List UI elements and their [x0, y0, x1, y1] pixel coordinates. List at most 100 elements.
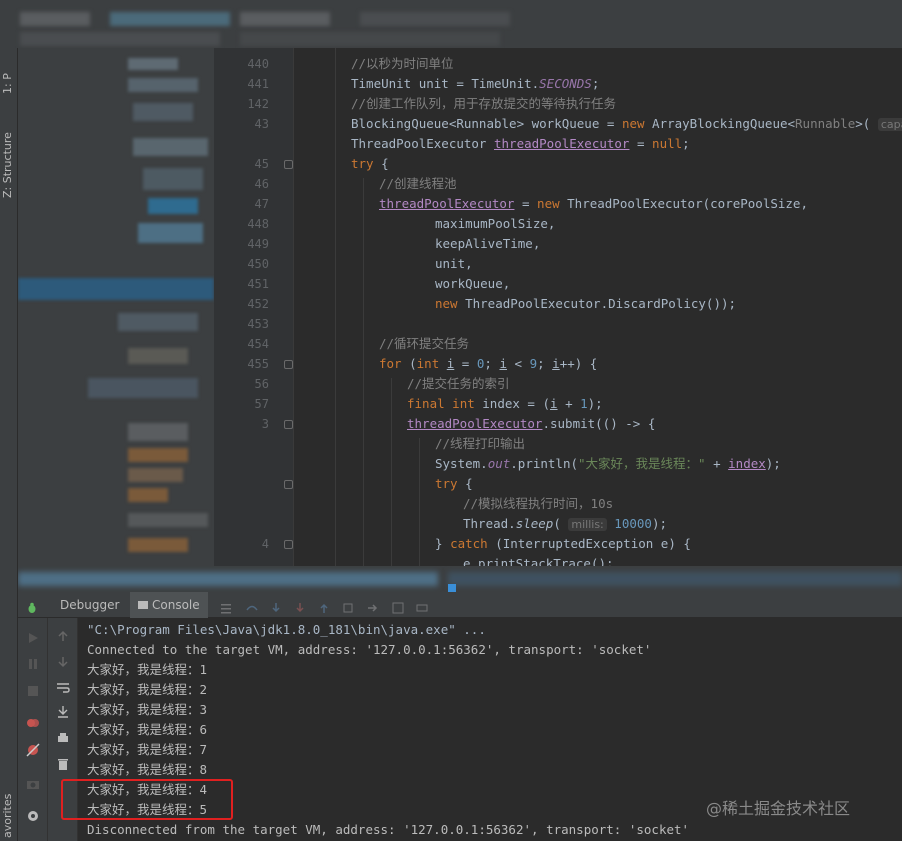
code-token: //提交任务的索引 [407, 376, 510, 391]
code-token: BlockingQueue<Runnable> workQueue = [351, 116, 622, 131]
editor-tab-bar [0, 0, 902, 48]
view-breakpoints-icon[interactable] [26, 715, 40, 729]
step-out-icon[interactable] [318, 599, 330, 613]
code-line: final int index = (i + 1); [407, 394, 603, 414]
project-tree-panel [18, 48, 214, 568]
code-line: //提交任务的索引 [407, 374, 510, 394]
rerun-icon[interactable] [26, 630, 40, 644]
code-token: = [629, 136, 653, 151]
run-to-cursor-icon[interactable] [366, 599, 378, 612]
code-token: //循环提交任务 [379, 336, 470, 351]
code-token: final [407, 396, 445, 411]
tab-console[interactable]: Console [130, 592, 208, 618]
scroll-to-end-icon[interactable] [56, 704, 70, 718]
drop-frame-icon[interactable] [342, 599, 354, 613]
code-editor[interactable]: //以秒为时间单位 TimeUnit unit = TimeUnit.SECOND… [295, 48, 902, 568]
evaluate-icon[interactable] [392, 599, 404, 614]
code-line: System.out.println("大家好，我是线程：" + index); [435, 454, 781, 474]
code-line: //创建工作队列，用于存放提交的等待执行任务 [351, 94, 616, 114]
code-token: (InterruptedException e) { [487, 536, 691, 551]
code-token: i [552, 356, 560, 371]
code-token: "大家好，我是线程：" [578, 456, 706, 471]
force-step-into-icon[interactable] [294, 599, 306, 613]
step-into-icon[interactable] [270, 599, 282, 613]
code-token: threadPoolExecutor [407, 416, 543, 431]
code-line: keepAliveTime, [435, 234, 540, 254]
code-token: } [435, 536, 451, 551]
code-line: try { [351, 154, 389, 174]
code-token: { [373, 156, 389, 171]
code-token: >( [855, 116, 878, 131]
line-number: 46 [254, 177, 269, 191]
code-line: ThreadPoolExecutor threadPoolExecutor = … [351, 134, 690, 154]
line-number [214, 454, 269, 474]
code-token: //线程打印输出 [435, 436, 526, 451]
line-number: 454 [247, 337, 269, 351]
code-token: .println( [510, 456, 578, 471]
code-token: = [514, 196, 538, 211]
code-token: for [379, 356, 402, 371]
code-token: < [506, 356, 530, 371]
code-token: int [416, 356, 440, 371]
code-line: //创建线程池 [379, 174, 457, 194]
fold-marker-icon[interactable] [284, 480, 293, 489]
fold-marker-icon[interactable] [284, 420, 293, 429]
console-output-line: 大家好，我是线程：1 [87, 662, 208, 677]
code-token: capacity: 2 [877, 118, 902, 131]
menu-icon[interactable] [220, 599, 232, 614]
code-line: TimeUnit unit = TimeUnit.SECONDS; [351, 74, 599, 94]
step-over-icon[interactable] [246, 599, 258, 611]
code-line: Thread.sleep( millis: 10000); [463, 514, 667, 534]
code-token: ThreadPoolExecutor(corePoolSize, [559, 196, 808, 211]
line-number: 453 [247, 317, 269, 331]
line-number [214, 134, 269, 154]
code-line: } catch (InterruptedException e) { [435, 534, 691, 554]
fold-marker-icon[interactable] [284, 360, 293, 369]
mute-breakpoints-icon[interactable] [26, 742, 40, 757]
watermark-text: @稀土掘金技术社区 [706, 799, 851, 818]
tab-console-label: Console [152, 598, 200, 612]
code-token: threadPoolExecutor [379, 196, 515, 211]
favorites-tool-tab[interactable]: avorites [1, 788, 17, 838]
code-line: unit, [435, 254, 473, 274]
line-number: 56 [254, 377, 269, 391]
code-token: ); [651, 516, 667, 531]
line-number: 448 [247, 217, 269, 231]
code-token: i [550, 396, 558, 411]
code-token: Runnable [795, 116, 856, 131]
code-token: unit, [435, 256, 473, 271]
code-token: try [435, 476, 458, 491]
trash-icon[interactable] [56, 756, 70, 770]
code-token: //模拟线程执行时间，10s [463, 496, 614, 511]
code-token: catch [450, 536, 488, 551]
print-icon[interactable] [56, 730, 70, 744]
project-tool-tab[interactable]: 1: P [1, 54, 17, 94]
code-token: Thread. [463, 516, 516, 531]
code-token: + [557, 396, 581, 411]
code-token: //以秒为时间单位 [351, 56, 454, 71]
tab-debugger[interactable]: Debugger [52, 592, 127, 618]
fold-marker-icon[interactable] [284, 160, 293, 169]
down-arrow-icon[interactable] [56, 654, 70, 668]
up-arrow-icon[interactable] [56, 628, 70, 642]
line-number: 142 [247, 97, 269, 111]
camera-icon[interactable] [26, 776, 40, 790]
stop-icon[interactable] [26, 683, 40, 697]
code-token: ; [484, 356, 500, 371]
left-tool-strip: 1: P Z: Structure avorites [0, 48, 18, 841]
code-line: for (int i = 0; i < 9; i++) { [379, 354, 597, 374]
console-output-line: 大家好，我是线程：7 [87, 742, 208, 757]
console-output-line: Disconnected from the target VM, address… [87, 822, 690, 837]
line-number [214, 474, 269, 494]
soft-wrap-icon[interactable] [56, 680, 70, 694]
trace-icon[interactable] [416, 599, 428, 612]
pause-icon[interactable] [26, 656, 40, 670]
fold-marker-icon[interactable] [284, 540, 293, 549]
structure-tool-tab[interactable]: Z: Structure [1, 108, 17, 198]
code-line: //以秒为时间单位 [351, 54, 454, 74]
code-token: new [621, 116, 645, 131]
debug-tool-header: Debugger Console [18, 592, 902, 618]
settings-gear-icon[interactable] [26, 808, 40, 822]
code-token: index = ( [474, 396, 551, 411]
highlight-box [61, 779, 233, 820]
